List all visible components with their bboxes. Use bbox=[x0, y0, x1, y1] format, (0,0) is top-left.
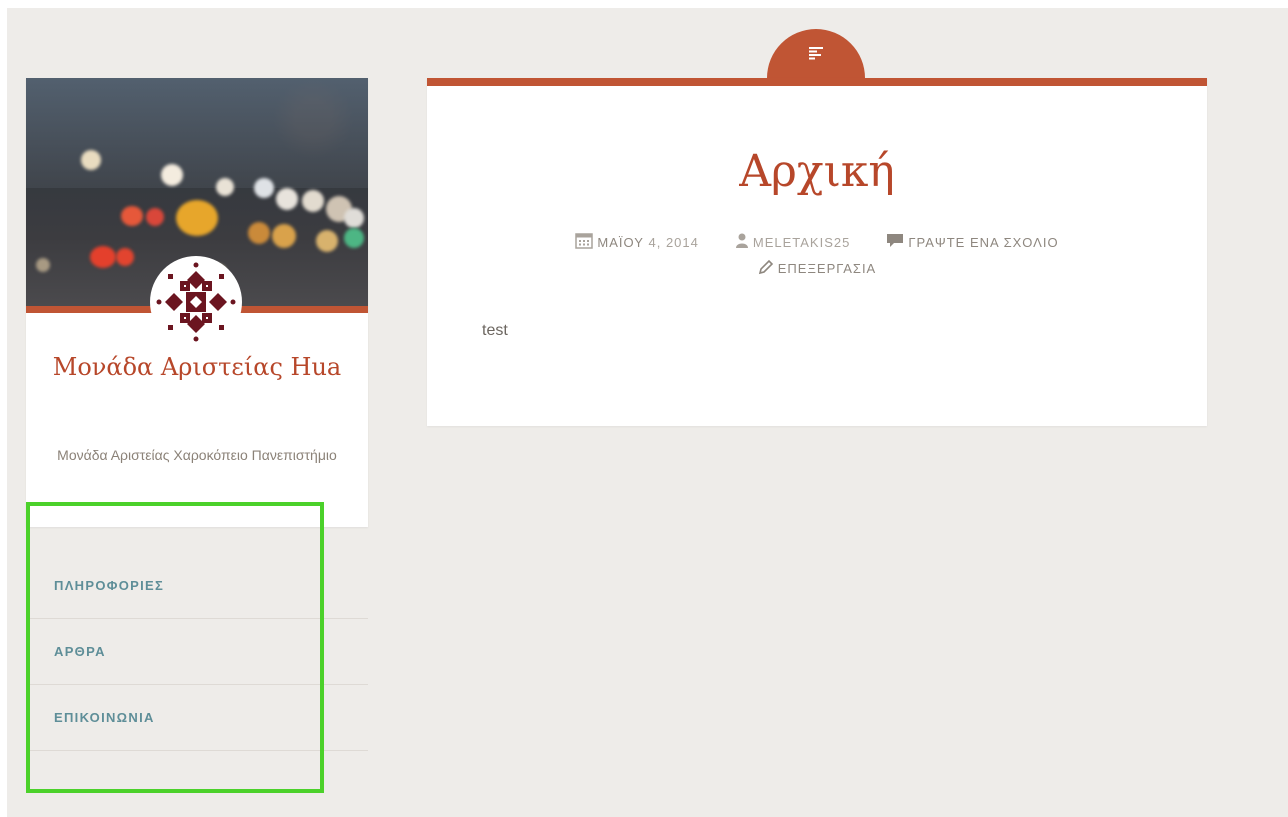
main-navigation: ΠΛΗΡΟΦΟΡΙΕΣ ΑΡΘΡΑ ΕΠΙΚΟΙΝΩΝΙΑ bbox=[26, 553, 368, 751]
post-date[interactable]: ΜΑΪΟΥ 4, 2014 bbox=[575, 232, 698, 252]
nav-item-info[interactable]: ΠΛΗΡΟΦΟΡΙΕΣ bbox=[26, 553, 368, 619]
site-title[interactable]: Μονάδα Αριστείας Hua bbox=[26, 348, 368, 386]
post-meta-edit: ΕΠΕΞΕΡΓΑΣΙΑ bbox=[427, 259, 1207, 278]
post-date-day-year[interactable]: 4, 2014 bbox=[649, 235, 699, 250]
site-branding-card: Μονάδα Αριστείας Hua Μονάδα Αριστείας Χα… bbox=[26, 78, 368, 527]
nav-item-contact[interactable]: ΕΠΙΚΟΙΝΩΝΙΑ bbox=[26, 685, 368, 751]
post-edit[interactable]: ΕΠΕΞΕΡΓΑΣΙΑ bbox=[758, 259, 876, 278]
post-date-month[interactable]: ΜΑΪΟΥ bbox=[597, 235, 643, 250]
post-title[interactable]: Αρχική bbox=[427, 142, 1207, 202]
standard-post-format-icon bbox=[808, 46, 824, 65]
post-meta: ΜΑΪΟΥ 4, 2014 MELETAKIS25 ΓΡΑΨΤΕ ΕΝΑ ΣΧΟ… bbox=[427, 232, 1207, 252]
site-description: Μονάδα Αριστείας Χαροκόπειο Πανεπιστήμιο bbox=[57, 447, 337, 463]
nav-item-articles[interactable]: ΑΡΘΡΑ bbox=[26, 619, 368, 685]
comment-icon bbox=[886, 233, 904, 252]
post-article: Αρχική ΜΑΪΟΥ 4, 2014 MELETAKIS25 ΓΡΑΨΤΕ … bbox=[427, 78, 1207, 426]
user-icon bbox=[735, 233, 749, 252]
post-author-name[interactable]: MELETAKIS25 bbox=[753, 235, 850, 250]
calendar-icon bbox=[575, 232, 594, 252]
edit-link[interactable]: ΕΠΕΞΕΡΓΑΣΙΑ bbox=[778, 261, 876, 276]
post-author[interactable]: MELETAKIS25 bbox=[735, 233, 850, 252]
post-content: test bbox=[482, 322, 508, 339]
comment-link[interactable]: ΓΡΑΨΤΕ ΕΝΑ ΣΧΟΛΙΟ bbox=[908, 235, 1058, 250]
post-comments[interactable]: ΓΡΑΨΤΕ ΕΝΑ ΣΧΟΛΙΟ bbox=[886, 233, 1058, 252]
site-logo-avatar[interactable] bbox=[153, 259, 239, 345]
pencil-icon bbox=[758, 259, 774, 278]
